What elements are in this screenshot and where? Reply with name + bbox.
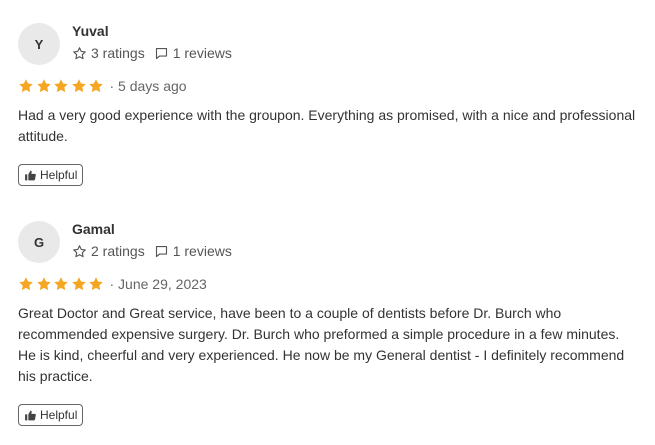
star-icon <box>71 78 87 94</box>
reviewer-name: Yuval <box>72 23 109 39</box>
helpful-label: Helpful <box>40 408 78 422</box>
rating-line: · 5 days ago <box>18 77 638 95</box>
thumbs-up-icon <box>24 169 37 182</box>
ratings-count: 2 ratings <box>91 243 145 259</box>
star-icon <box>18 78 34 94</box>
reviewer-counts: 3 ratings 1 reviews <box>72 44 232 62</box>
avatar: Y <box>18 23 60 65</box>
star-icon <box>53 78 69 94</box>
review-text: Great Doctor and Great service, have bee… <box>18 305 625 384</box>
review-date: · 5 days ago <box>109 78 187 94</box>
reviewer-counts: 2 ratings 1 reviews <box>72 242 232 260</box>
reviewer-meta: Gamal 2 ratings 1 reviews <box>72 218 232 260</box>
reviews-count: 1 reviews <box>172 243 232 259</box>
avatar: G <box>18 221 60 263</box>
helpful-label: Helpful <box>40 168 78 182</box>
star-icon <box>88 78 104 94</box>
reviews-count: 1 reviews <box>172 45 232 61</box>
review-text: Had a very good experience with the grou… <box>18 107 636 144</box>
reviewer-meta: Yuval 3 ratings 1 reviews <box>72 20 232 62</box>
star-icon <box>53 276 69 292</box>
star-outline-icon <box>72 46 87 61</box>
review-card: G Gamal 2 ratings 1 reviews · June 29, 2… <box>18 218 638 427</box>
review-header: G Gamal 2 ratings 1 reviews <box>18 218 638 264</box>
star-icon <box>18 276 34 292</box>
star-icon <box>36 78 52 94</box>
star-icon <box>71 276 87 292</box>
star-rating <box>18 276 106 292</box>
star-icon <box>36 276 52 292</box>
thumbs-up-icon <box>24 409 37 422</box>
star-icon <box>88 276 104 292</box>
helpful-button[interactable]: Helpful <box>18 164 84 186</box>
speech-bubble-icon <box>154 244 169 259</box>
reviews-list: Y Yuval 3 ratings 1 reviews · 5 days ago… <box>0 0 655 445</box>
speech-bubble-icon <box>154 46 169 61</box>
review-date: · June 29, 2023 <box>109 276 207 292</box>
helpful-button[interactable]: Helpful <box>18 404 84 426</box>
rating-line: · June 29, 2023 <box>18 275 638 293</box>
ratings-count: 3 ratings <box>91 45 145 61</box>
star-outline-icon <box>72 244 87 259</box>
star-rating <box>18 78 106 94</box>
review-card: Y Yuval 3 ratings 1 reviews · 5 days ago… <box>18 20 638 187</box>
review-header: Y Yuval 3 ratings 1 reviews <box>18 20 638 66</box>
reviewer-name: Gamal <box>72 221 115 237</box>
